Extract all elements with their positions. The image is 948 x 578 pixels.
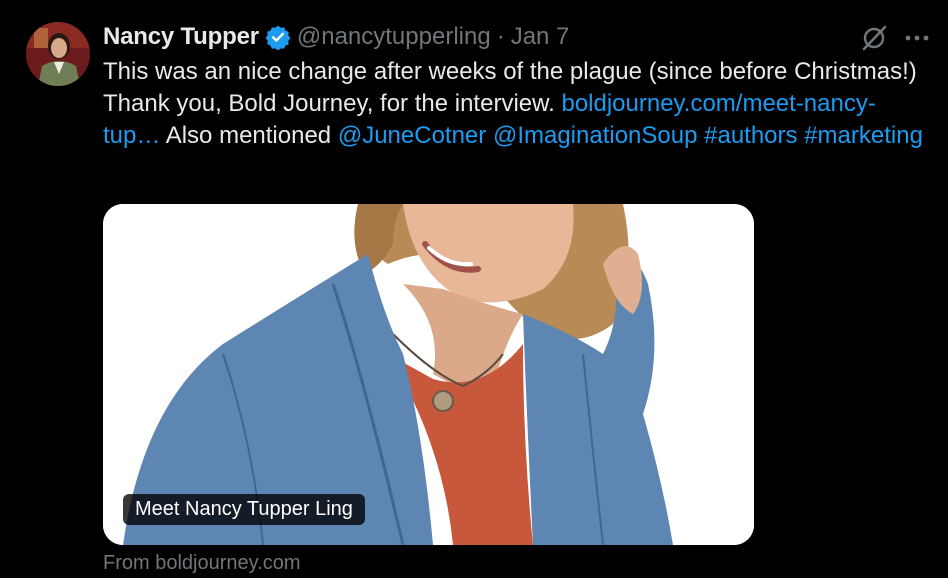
hashtag-marketing[interactable]: #marketing [804,122,923,149]
tweet-header: Nancy Tupper @nancytupperling · Jan 7 [103,20,569,54]
link-card[interactable]: Meet Nancy Tupper Ling [103,204,754,545]
avatar[interactable] [26,22,90,86]
card-source[interactable]: From boldjourney.com [103,552,300,575]
grok-button[interactable] [858,22,890,54]
hashtag-authors[interactable]: #authors [704,122,797,149]
mention-june-cotner[interactable]: @JuneCotner [338,122,486,149]
mention-imagination-soup[interactable]: @ImaginationSoup [493,122,698,149]
tweet-text-intro: Thank you, Bold Journey, for the intervi… [103,90,562,117]
grok-icon [862,25,887,51]
verified-badge-icon [265,25,291,50]
tweet-text-mid: Also mentioned [160,122,338,149]
more-button[interactable] [902,24,932,52]
tweet-text-line1: This was an nice change after weeks of t… [103,58,917,85]
card-title: Meet Nancy Tupper Ling [123,494,365,525]
tweet: Nancy Tupper @nancytupperling · Jan 7 Th… [0,0,948,578]
avatar-image [26,22,90,86]
separator-dot: · [496,23,505,50]
tweet-date[interactable]: Jan 7 [511,23,570,51]
more-icon [905,35,929,41]
author-handle[interactable]: @nancytupperling [297,23,491,51]
author-name[interactable]: Nancy Tupper [103,23,259,51]
tweet-text: This was an nice change after weeks of t… [103,56,933,152]
